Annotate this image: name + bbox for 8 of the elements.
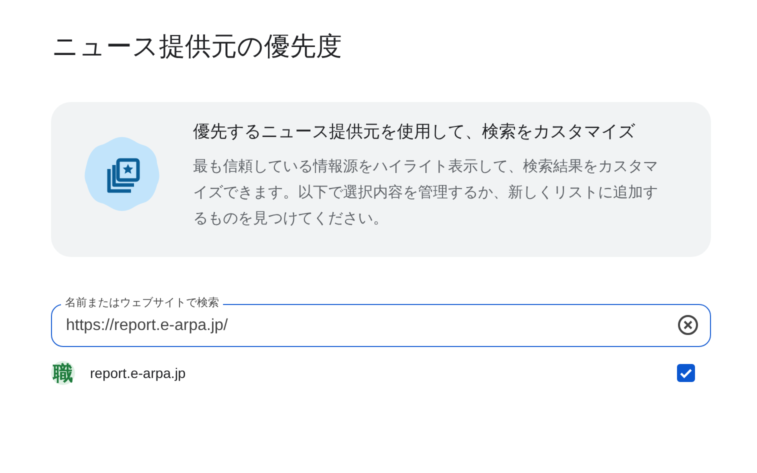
- select-checkbox[interactable]: [677, 364, 695, 382]
- site-favicon: 職: [51, 361, 75, 385]
- field-label: 名前またはウェブサイトで検索: [61, 296, 223, 310]
- page-title: ニュース提供元の優先度: [52, 30, 343, 63]
- card-heading: 優先するニュース提供元を使用して、検索をカスタマイズ: [193, 120, 636, 142]
- clear-icon[interactable]: [677, 314, 699, 336]
- card-description: 最も信頼している情報源をハイライト表示して、検索結果をカスタマイズできます。以下で選択内容を管理するか、新しくリストに追加するものを見つけてください。: [193, 156, 659, 228]
- site-name: report.e-arpa.jp: [90, 365, 187, 381]
